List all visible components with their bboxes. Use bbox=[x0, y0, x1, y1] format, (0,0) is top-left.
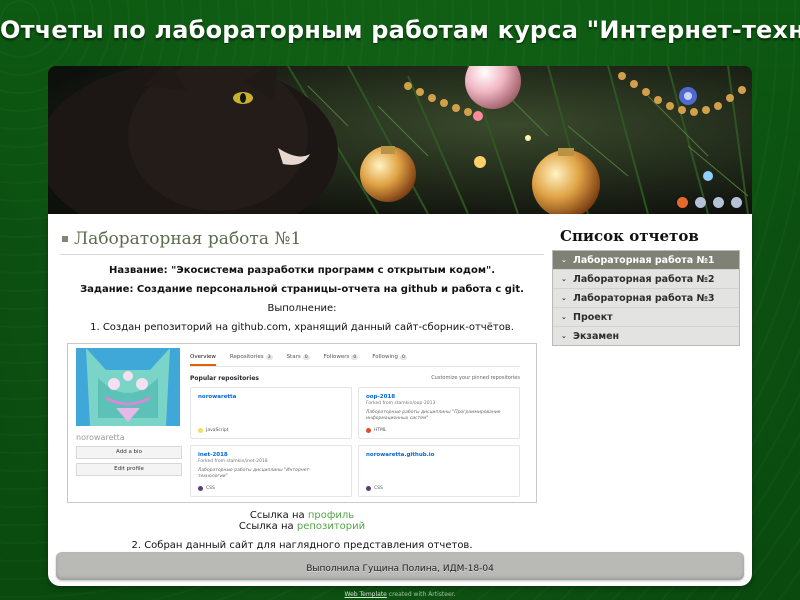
tab-following[interactable]: Following 0 bbox=[372, 350, 407, 366]
lab-name-line: Название: "Экосистема разработки програм… bbox=[108, 265, 496, 276]
title-bullet-icon bbox=[62, 236, 68, 242]
reports-menu: ⌄ Лабораторная работа №1 ⌄ Лабораторная … bbox=[552, 250, 740, 346]
sidebar-title: Список отчетов bbox=[560, 227, 699, 245]
slider-dot[interactable] bbox=[677, 197, 688, 208]
repository-link[interactable]: репозиторий bbox=[297, 521, 365, 532]
sidebar-item-label: Лабораторная работа №1 bbox=[573, 254, 715, 266]
language-dot-icon bbox=[366, 428, 371, 433]
template-credit-link[interactable]: Web Template bbox=[345, 591, 387, 598]
slider-dot[interactable] bbox=[695, 197, 706, 208]
links-block: Ссылка на профиль Ссылка на репозиторий … bbox=[60, 510, 544, 551]
template-credit: Web Template created with Artisteer. bbox=[0, 591, 800, 598]
avatar bbox=[76, 348, 180, 426]
sidebar-item-exam[interactable]: ⌄ Экзамен bbox=[553, 327, 739, 345]
profile-link-line: Ссылка на профиль bbox=[249, 510, 355, 521]
repo-language: CSS bbox=[198, 486, 215, 491]
repo-name[interactable]: oop-2018 bbox=[366, 394, 395, 400]
repo-link-line: Ссылка на репозиторий bbox=[238, 521, 366, 532]
chevron-down-icon: ⌄ bbox=[561, 275, 567, 283]
header-banner-image bbox=[48, 66, 752, 214]
sidebar-item-lab-1[interactable]: ⌄ Лабораторная работа №1 bbox=[553, 251, 739, 270]
chevron-down-icon: ⌄ bbox=[561, 256, 567, 264]
sidebar-item-label: Лабораторная работа №2 bbox=[573, 273, 715, 285]
github-profile-screenshot: norowaretta Add a bio Edit profile Overv… bbox=[67, 343, 537, 503]
template-credit-text: created with Artisteer. bbox=[388, 591, 456, 598]
tab-followers[interactable]: Followers 0 bbox=[324, 350, 359, 366]
chevron-down-icon: ⌄ bbox=[561, 294, 567, 302]
edit-profile-button[interactable]: Edit profile bbox=[76, 463, 182, 476]
footer-bar: Выполнила Гущина Полина, ИДМ-18-04 bbox=[56, 552, 744, 580]
add-bio-button[interactable]: Add a bio bbox=[76, 446, 182, 459]
sidebar-item-lab-2[interactable]: ⌄ Лабораторная работа №2 bbox=[553, 270, 739, 289]
repo-language: HTML bbox=[366, 428, 387, 433]
repo-card[interactable]: norowaretta.github.io CSS bbox=[358, 445, 520, 497]
repo-fork-info: Forked from stamkin/oop-2013 bbox=[366, 401, 436, 406]
slider-dot[interactable] bbox=[731, 197, 742, 208]
step-2-text: 2. Собран данный сайт для наглядного пре… bbox=[131, 540, 473, 551]
execution-heading: Выполнение: bbox=[267, 303, 337, 314]
step-1-text: 1. Создан репозиторий на github.com, хра… bbox=[90, 322, 514, 333]
repo-card[interactable]: norowaretta JavaScript bbox=[190, 387, 352, 439]
language-dot-icon bbox=[198, 428, 203, 433]
repo-language: JavaScript bbox=[198, 428, 229, 433]
repo-name[interactable]: norowaretta bbox=[198, 394, 236, 400]
sidebar-item-label: Экзамен bbox=[573, 330, 620, 342]
chevron-down-icon: ⌄ bbox=[561, 332, 567, 340]
chevron-down-icon: ⌄ bbox=[561, 313, 567, 321]
sidebar-item-label: Лабораторная работа №3 bbox=[573, 292, 715, 304]
repo-description: Лабораторные работы дисциплины "Программ… bbox=[366, 410, 501, 421]
repo-name[interactable]: inet-2018 bbox=[198, 452, 228, 458]
repo-card[interactable]: oop-2018 Forked from stamkin/oop-2013 Ла… bbox=[358, 387, 520, 439]
content-panel: Лабораторная работа №1 Название: "Экосис… bbox=[48, 214, 752, 586]
slider-dot[interactable] bbox=[713, 197, 724, 208]
article-title: Лабораторная работа №1 bbox=[74, 229, 302, 249]
sidebar: Список отчетов ⌄ Лабораторная работа №1 … bbox=[552, 226, 740, 346]
article: Лабораторная работа №1 Название: "Экосис… bbox=[60, 228, 544, 551]
repo-name[interactable]: norowaretta.github.io bbox=[366, 452, 434, 458]
author-text: Выполнила Гущина Полина, ИДМ-18-04 bbox=[306, 564, 494, 574]
article-header: Лабораторная работа №1 bbox=[60, 228, 544, 255]
tab-repositories[interactable]: Repositories 3 bbox=[230, 350, 273, 366]
repo-description: Лабораторные работы дисциплины "Интернет… bbox=[198, 468, 311, 479]
repo-card[interactable]: inet-2018 Forked from stamkin/inet-2018 … bbox=[190, 445, 352, 497]
tab-stars[interactable]: Stars 0 bbox=[287, 350, 310, 366]
sidebar-item-label: Проект bbox=[573, 311, 613, 323]
language-dot-icon bbox=[198, 486, 203, 491]
site-title: Отчеты по лабораторным работам курса "Ин… bbox=[0, 16, 800, 44]
repo-fork-info: Forked from stamkin/inet-2018 bbox=[198, 459, 268, 464]
github-tabs: Overview Repositories 3 Stars 0 Followers 0… bbox=[190, 350, 520, 367]
sidebar-item-lab-3[interactable]: ⌄ Лабораторная работа №3 bbox=[553, 289, 739, 308]
sidebar-item-project[interactable]: ⌄ Проект bbox=[553, 308, 739, 327]
customize-pinned-link[interactable]: Customize your pinned repositories bbox=[431, 375, 520, 381]
repo-language: CSS bbox=[366, 486, 383, 491]
language-dot-icon bbox=[366, 486, 371, 491]
banner-photo bbox=[48, 66, 752, 214]
tab-overview[interactable]: Overview bbox=[190, 350, 216, 366]
slider-dots bbox=[677, 197, 742, 208]
lab-task-line: Задание: Создание персональной страницы-… bbox=[80, 284, 524, 295]
popular-repos-heading: Popular repositories bbox=[190, 375, 259, 382]
github-username: norowaretta bbox=[76, 433, 125, 442]
profile-link[interactable]: профиль bbox=[308, 510, 354, 521]
